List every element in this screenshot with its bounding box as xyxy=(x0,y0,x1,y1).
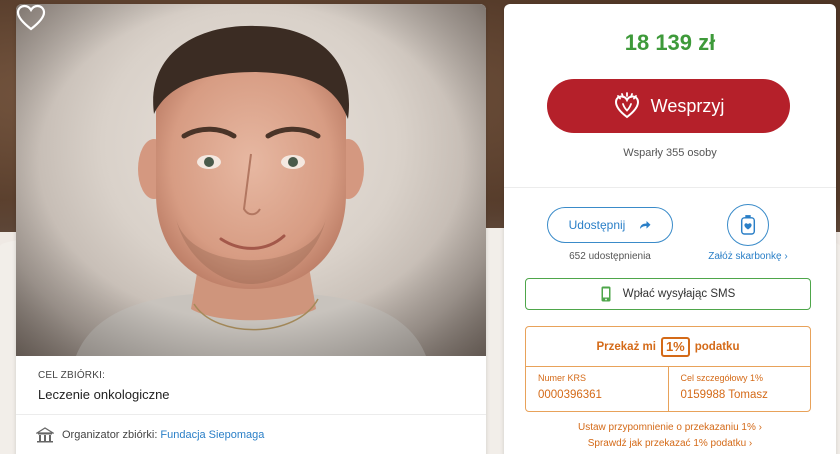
portrait-illustration xyxy=(16,4,486,356)
organizer-prefix: Organizator zbiórki: xyxy=(62,429,158,441)
piggybank-button[interactable] xyxy=(727,204,769,246)
howto-link-label: Sprawdź jak przekazać 1% podatku xyxy=(587,438,747,449)
share-count: 652 udostępnienia xyxy=(569,251,651,262)
share-button[interactable]: Udostępnij xyxy=(547,207,673,243)
tax-goal-value[interactable]: 0159988 Tomasz xyxy=(681,389,811,401)
sms-button-label: Wpłać wysyłając SMS xyxy=(622,288,736,300)
building-icon xyxy=(36,427,54,443)
tax-goal-label: Cel szczegółowy 1% xyxy=(680,373,764,383)
support-button[interactable]: Wesprzyj xyxy=(547,79,790,133)
reminder-link-label: Ustaw przypomnienie o przekazaniu 1% xyxy=(578,422,756,433)
siepomaga-heart-logo-icon xyxy=(614,92,639,119)
sms-donate-button[interactable]: Wpłać wysyłając SMS xyxy=(525,278,811,310)
krs-column: Numer KRS 0000396361 xyxy=(526,367,668,411)
tax-percent-badge: 1% xyxy=(660,336,690,357)
phone-icon xyxy=(601,286,611,302)
beneficiary-photo xyxy=(16,4,486,356)
chevron-right-icon: › xyxy=(784,251,788,262)
organizer-row: Organizator zbiórki: Fundacja Siepomaga xyxy=(16,415,486,454)
goal-value: Leczenie onkologiczne xyxy=(38,387,170,402)
chevron-right-icon: › xyxy=(748,438,753,449)
share-arrow-icon xyxy=(640,221,651,229)
piggybank-icon xyxy=(740,215,756,235)
piggybank-link[interactable]: Załóż skarbonkę › xyxy=(698,251,798,262)
favorite-heart-icon[interactable] xyxy=(16,4,46,32)
fundraiser-card: CEL ZBIÓRKI: Leczenie onkologiczne Organ… xyxy=(16,4,486,454)
piggybank-link-label: Załóż skarbonkę xyxy=(708,251,782,262)
support-button-label: Wesprzyj xyxy=(650,95,725,116)
tax-1pct-box: Przekaż mi 1% podatku Numer KRS 00003963… xyxy=(525,326,811,412)
supporters-count: Wsparły 355 osoby xyxy=(623,147,717,159)
donation-panel: 18 139 zł Wesprzyj Wsparły 355 osoby Udo… xyxy=(504,4,836,454)
donation-summary: 18 139 zł Wesprzyj Wsparły 355 osoby xyxy=(504,4,836,188)
krs-value[interactable]: 0000396361 xyxy=(538,389,668,401)
howto-link[interactable]: Sprawdź jak przekazać 1% podatku › xyxy=(504,438,836,449)
chevron-right-icon: › xyxy=(758,422,762,433)
reminder-link[interactable]: Ustaw przypomnienie o przekazaniu 1% › xyxy=(504,422,836,433)
krs-label: Numer KRS xyxy=(538,373,587,383)
share-section: Udostępnij 652 udostępnienia Załóż skarb… xyxy=(504,188,836,270)
raised-amount: 18 139 zł xyxy=(624,30,716,55)
tax-head-prefix: Przekaż mi xyxy=(596,340,656,353)
tax-details: Numer KRS 0000396361 Cel szczegółowy 1% … xyxy=(526,367,810,411)
share-button-label: Udostępnij xyxy=(568,218,626,232)
organizer-link[interactable]: Fundacja Siepomaga xyxy=(160,429,264,441)
goal-label: CEL ZBIÓRKI: xyxy=(38,370,106,381)
goal-section: CEL ZBIÓRKI: Leczenie onkologiczne xyxy=(16,356,486,415)
tax-head-suffix: podatku xyxy=(694,340,740,353)
tax-header: Przekaż mi 1% podatku xyxy=(526,327,810,367)
tax-goal-column: Cel szczegółowy 1% 0159988 Tomasz xyxy=(667,367,811,411)
